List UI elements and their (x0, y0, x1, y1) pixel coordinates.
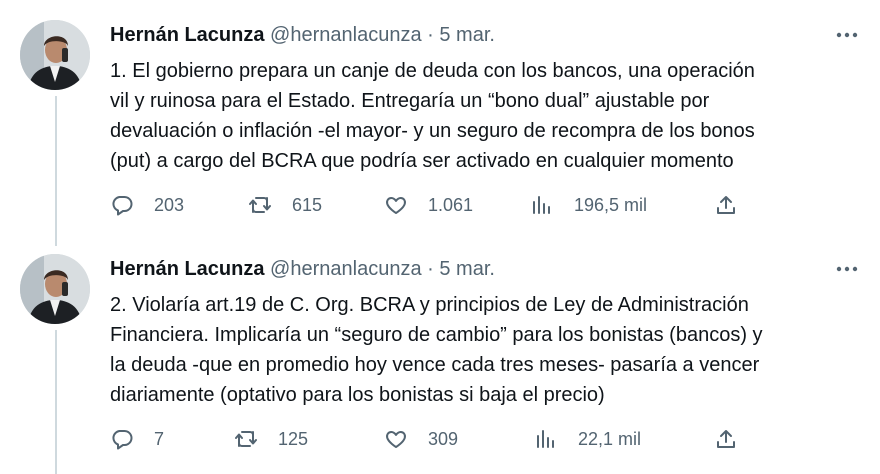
author-handle[interactable]: @hernanlacunza (270, 24, 422, 46)
share-icon (714, 427, 738, 451)
heart-icon (384, 427, 408, 451)
tweet-text-line: vil y ruinosa para el Estado. Entregaría… (110, 90, 710, 112)
views-icon (534, 427, 558, 451)
reply-count: 7 (154, 428, 165, 449)
author-name[interactable]: Hernán Lacunza (110, 24, 264, 46)
tweet-actions: 7 125 309 22,1 mil (110, 426, 750, 452)
view-count: 196,5 mil (574, 194, 648, 215)
more-dots-icon[interactable] (834, 24, 860, 46)
tweet[interactable]: Hernán Lacunza @hernanlacunza · 5 mar. 2… (0, 234, 880, 470)
avatar[interactable] (20, 20, 90, 90)
author-handle[interactable]: @hernanlacunza (270, 258, 422, 280)
heart-icon (384, 193, 408, 217)
tweet[interactable]: Hernán Lacunza @hernanlacunza · 5 mar. 1… (0, 0, 880, 236)
tweet-text-line: devaluación o inflación -el mayor- y un … (110, 120, 755, 142)
avatar[interactable] (20, 254, 90, 324)
tweet-text-line: (put) a cargo del BCRA que podría ser ac… (110, 150, 734, 172)
retweet-button[interactable]: 125 (234, 426, 308, 452)
share-button[interactable] (714, 426, 738, 452)
retweet-count: 125 (278, 428, 309, 449)
tweet-header: Hernán Lacunza @hernanlacunza · 5 mar. (110, 256, 495, 282)
tweet-text: 1. El gobierno prepara un canje de deuda… (110, 56, 860, 176)
separator-dot: · (427, 24, 434, 46)
reply-count: 203 (154, 194, 185, 215)
tweet-text: 2. Violaría art.19 de C. Org. BCRA y pri… (110, 290, 860, 410)
reply-button[interactable]: 203 (110, 192, 184, 218)
tweet-text-line: diariamente (optativo para los bonistas … (110, 384, 605, 406)
retweet-count: 615 (292, 194, 323, 215)
retweet-icon (234, 427, 258, 451)
reply-button[interactable]: 7 (110, 426, 164, 452)
like-count: 1.061 (428, 194, 474, 215)
author-name[interactable]: Hernán Lacunza (110, 258, 264, 280)
share-icon (714, 193, 738, 217)
view-count: 22,1 mil (578, 428, 642, 449)
like-button[interactable]: 1.061 (384, 192, 473, 218)
tweet-date[interactable]: 5 mar. (439, 258, 495, 280)
tweet-text-line: 1. El gobierno prepara un canje de deuda… (110, 60, 755, 82)
retweet-button[interactable]: 615 (248, 192, 322, 218)
tweet-actions: 203 615 1.061 196,5 mil (110, 192, 750, 218)
reply-icon (110, 427, 134, 451)
retweet-icon (248, 193, 272, 217)
more-dots-icon[interactable] (834, 258, 860, 280)
separator-dot: · (427, 258, 434, 280)
views-button[interactable]: 196,5 mil (530, 192, 647, 218)
tweet-text-line: Financiera. Implicaría un “seguro de cam… (110, 324, 763, 346)
like-count: 309 (428, 428, 459, 449)
share-button[interactable] (714, 192, 738, 218)
reply-icon (110, 193, 134, 217)
tweet-date[interactable]: 5 mar. (439, 24, 495, 46)
tweet-text-line: la deuda -que en promedio hoy vence cada… (110, 354, 760, 376)
views-icon (530, 193, 554, 217)
like-button[interactable]: 309 (384, 426, 458, 452)
tweet-header: Hernán Lacunza @hernanlacunza · 5 mar. (110, 22, 495, 48)
views-button[interactable]: 22,1 mil (534, 426, 641, 452)
tweet-text-line: 2. Violaría art.19 de C. Org. BCRA y pri… (110, 294, 749, 316)
